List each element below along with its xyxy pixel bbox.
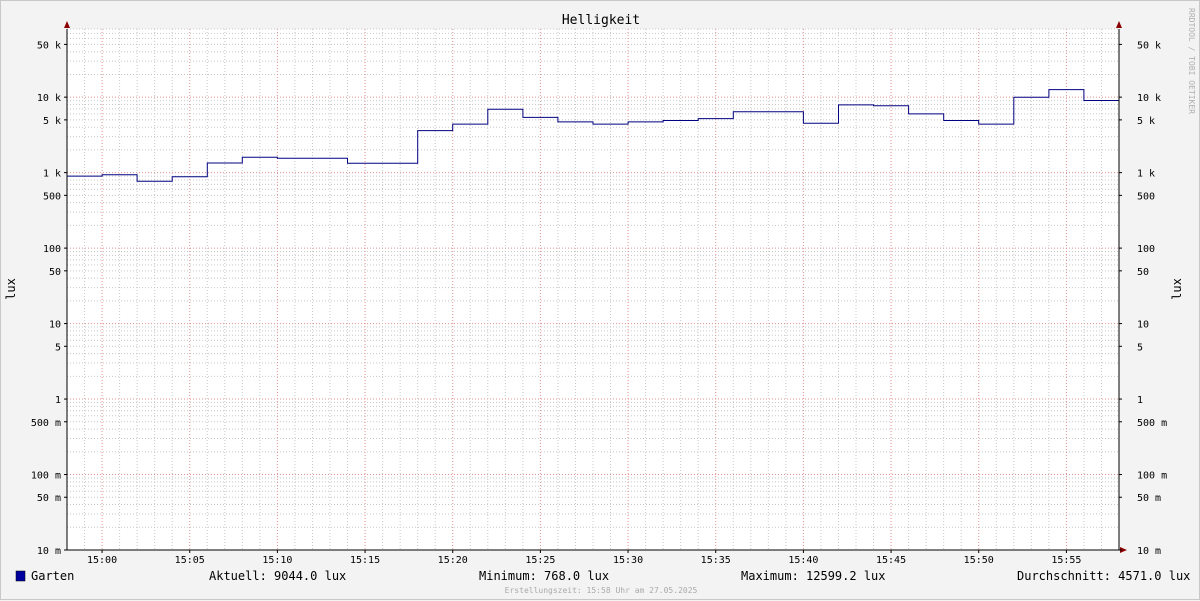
- y-tick-label-right: 50: [1137, 267, 1149, 278]
- x-tick-label: 15:35: [701, 555, 731, 566]
- y-tick-label-left: 50 k: [37, 40, 61, 51]
- rrdtool-watermark: RRDTOOL / TOBI OETIKER: [1187, 8, 1196, 114]
- x-tick-label: 15:30: [613, 555, 643, 566]
- y-tick-label-left: 10 m: [37, 546, 61, 557]
- legend-series-name: Garten: [31, 569, 74, 583]
- y-tick-label-left: 10 k: [37, 93, 61, 104]
- y-tick-label-right: 50 k: [1137, 40, 1161, 51]
- y-tick-label-right: 100 m: [1137, 471, 1167, 482]
- y-tick-label-right: 1 k: [1137, 169, 1155, 180]
- y-tick-label-right: 500: [1137, 191, 1155, 202]
- x-tick-label: 15:55: [1051, 555, 1081, 566]
- chart-title: Helligkeit: [562, 13, 640, 28]
- legend-aktuell: Aktuell: 9044.0 lux: [209, 569, 346, 583]
- y-tick-label-right: 5: [1137, 342, 1143, 353]
- x-tick-label: 15:45: [876, 555, 906, 566]
- y-axis-right-arrow: [1116, 21, 1122, 28]
- y-axis-left-arrow: [64, 21, 70, 28]
- legend-swatch: [15, 570, 26, 582]
- x-tick-label: 15:15: [350, 555, 380, 566]
- y-axis-label-right: lux: [1170, 278, 1184, 300]
- x-tick-label: 15:50: [964, 555, 994, 566]
- y-tick-label-left: 10: [49, 320, 61, 331]
- y-tick-label-right: 50 m: [1137, 493, 1161, 504]
- x-tick-label: 15:00: [87, 555, 117, 566]
- y-tick-label-left: 50: [49, 267, 61, 278]
- y-tick-label-right: 1: [1137, 395, 1143, 406]
- y-axis-label-left: lux: [4, 278, 18, 300]
- x-tick-label: 15:40: [788, 555, 818, 566]
- y-tick-label-left: 500: [43, 191, 61, 202]
- chart-frame: 50 k 50 k 10 k 10 k 5 k 5 k 1 k 1 k 500 500 100 100…: [0, 0, 1200, 600]
- y-tick-label-left: 1 k: [43, 169, 61, 180]
- y-tick-label-left: 1: [55, 395, 61, 406]
- legend-minimum: Minimum: 768.0 lux: [479, 569, 609, 583]
- creation-time: Erstellungszeit: 15:58 Uhr am 27.05.2025: [505, 586, 698, 595]
- x-tick-label: 15:25: [525, 555, 555, 566]
- y-tick-label-left: 5: [55, 342, 61, 353]
- x-tick-label: 15:20: [438, 555, 468, 566]
- y-tick-label-right: 10: [1137, 320, 1149, 331]
- y-tick-label-right: 100: [1137, 244, 1155, 255]
- x-tick-label: 15:10: [262, 555, 292, 566]
- legend-durchschnitt: Durchschnitt: 4571.0 lux: [1017, 569, 1190, 583]
- y-tick-label-left: 100: [43, 244, 61, 255]
- y-tick-label-right: 5 k: [1137, 116, 1155, 127]
- y-tick-label-left: 50 m: [37, 493, 61, 504]
- chart-svg: 50 k 50 k 10 k 10 k 5 k 5 k 1 k 1 k 500 500 100 100…: [4, 8, 1196, 595]
- x-tick-label: 15:05: [175, 555, 205, 566]
- y-tick-label-left: 100 m: [31, 471, 61, 482]
- y-tick-label-left: 500 m: [31, 418, 61, 429]
- legend-maximum: Maximum: 12599.2 lux: [741, 569, 886, 583]
- y-tick-label-right: 10 m: [1137, 546, 1161, 557]
- y-tick-label-right: 500 m: [1137, 418, 1167, 429]
- y-tick-label-left: 5 k: [43, 116, 61, 127]
- y-tick-label-right: 10 k: [1137, 93, 1161, 104]
